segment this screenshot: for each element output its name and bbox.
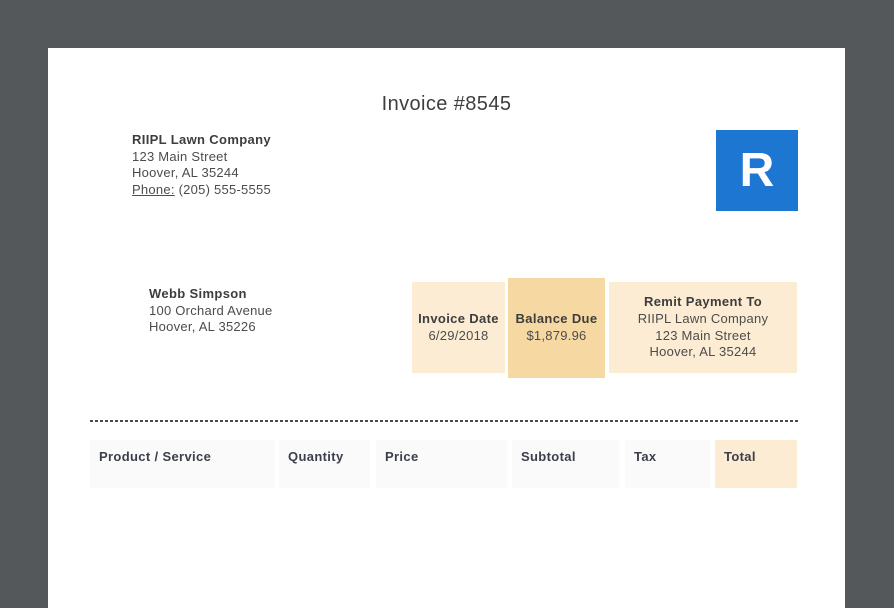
column-header-quantity: Quantity: [279, 440, 370, 488]
column-header-product-service: Product / Service: [90, 440, 275, 488]
customer-name: Webb Simpson: [149, 286, 273, 303]
balance-due-value: $1,879.96: [526, 328, 586, 345]
company-logo: R: [716, 130, 798, 211]
remit-label: Remit Payment To: [644, 294, 762, 311]
customer-block: Webb Simpson 100 Orchard Avenue Hoover, …: [149, 286, 273, 336]
remit-payment-cell: Remit Payment To RIIPL Lawn Company 123 …: [609, 282, 797, 373]
logo-letter-r: R: [740, 147, 775, 195]
invoice-date-cell: Invoice Date 6/29/2018: [412, 282, 505, 373]
remit-address-line2: Hoover, AL 35244: [650, 344, 757, 361]
remit-address-line1: 123 Main Street: [655, 328, 751, 345]
page-title: Invoice #8545: [48, 93, 845, 116]
column-header-tax: Tax: [625, 440, 710, 488]
invoice-page: Invoice #8545 RIIPL Lawn Company 123 Mai…: [48, 48, 845, 608]
customer-address-line1: 100 Orchard Avenue: [149, 303, 273, 320]
company-address-line2: Hoover, AL 35244: [132, 165, 271, 182]
company-name: RIIPL Lawn Company: [132, 132, 271, 149]
column-header-subtotal: Subtotal: [512, 440, 619, 488]
company-address-line1: 123 Main Street: [132, 149, 271, 166]
balance-due-cell: Balance Due $1,879.96: [508, 278, 605, 378]
invoice-date-value: 6/29/2018: [428, 328, 488, 345]
invoice-date-label: Invoice Date: [418, 311, 499, 328]
company-block: RIIPL Lawn Company 123 Main Street Hoove…: [132, 132, 271, 198]
column-header-price: Price: [376, 440, 507, 488]
remit-name: RIIPL Lawn Company: [638, 311, 768, 328]
customer-address-line2: Hoover, AL 35226: [149, 319, 273, 336]
column-header-total: Total: [715, 440, 797, 488]
viewer-backdrop: { "header": { "title": "Invoice #8545" }…: [0, 0, 894, 470]
phone-number: (205) 555-5555: [179, 182, 271, 197]
company-phone: Phone: (205) 555-5555: [132, 182, 271, 199]
balance-due-label: Balance Due: [516, 311, 598, 328]
items-divider-dashed-line: [90, 420, 798, 422]
phone-label: Phone:: [132, 182, 175, 197]
